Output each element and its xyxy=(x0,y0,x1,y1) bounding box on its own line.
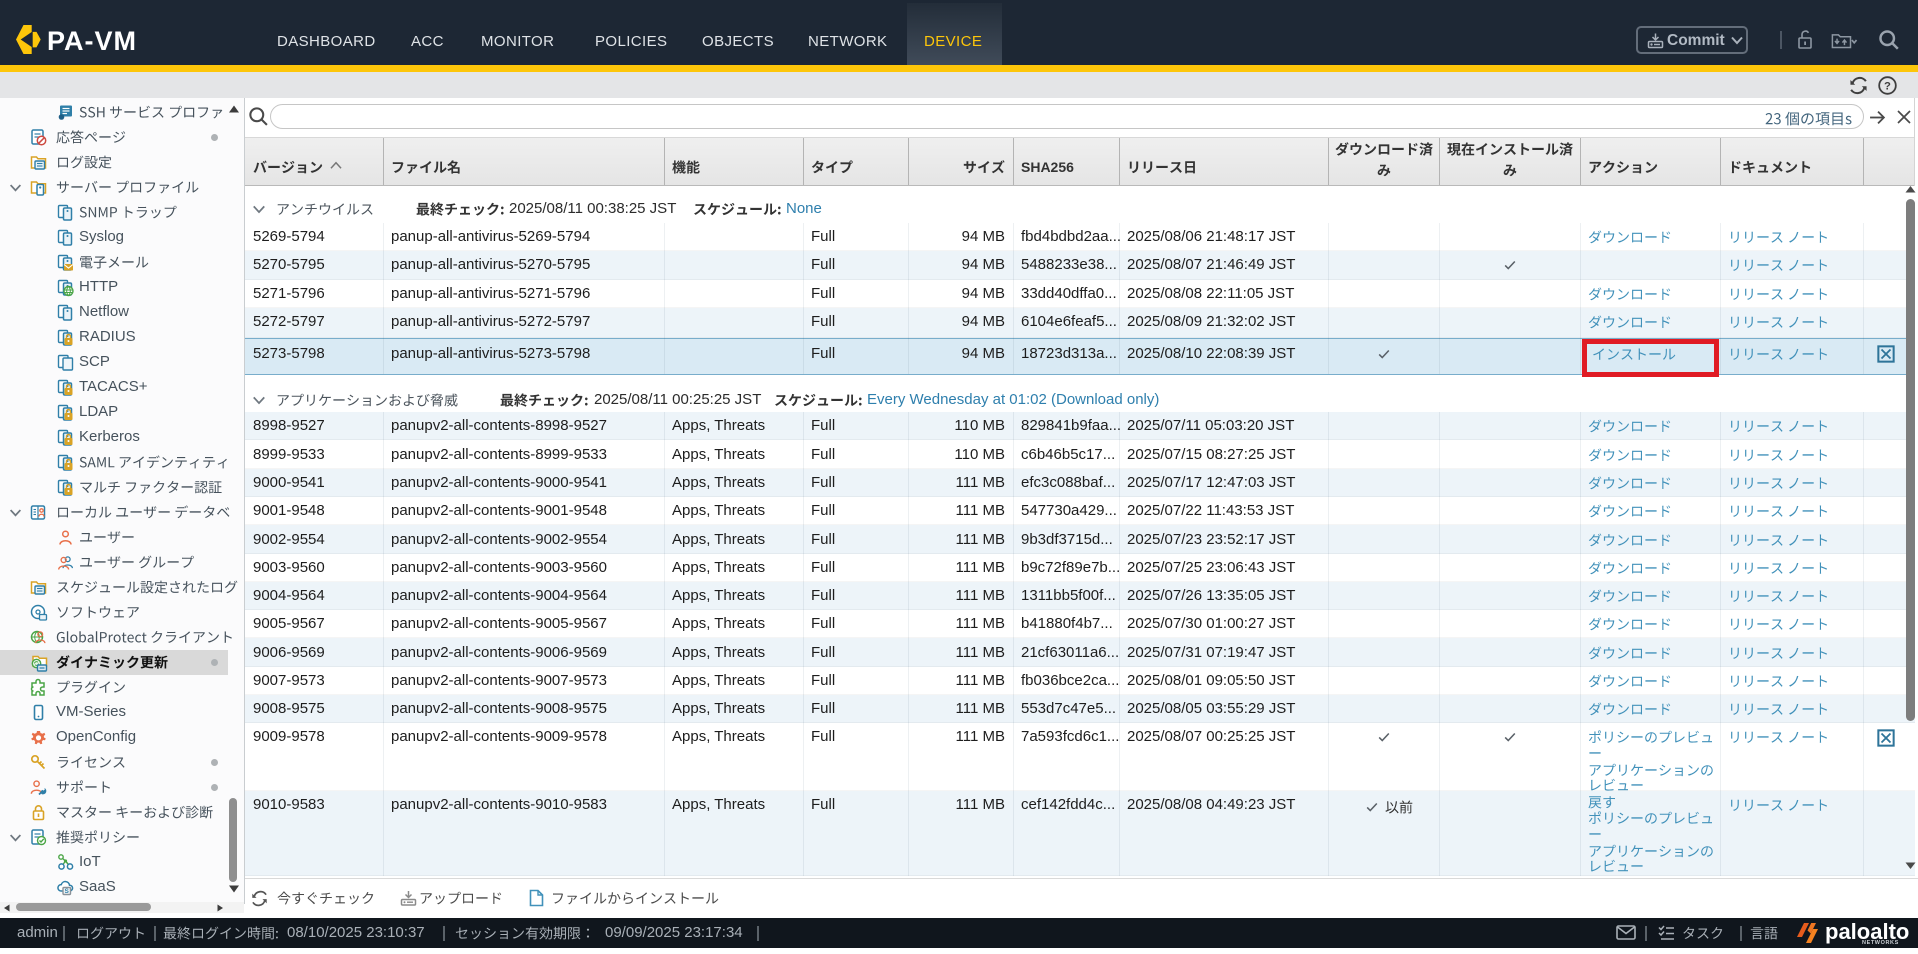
svg-text:?: ? xyxy=(1884,80,1891,92)
svg-text:S: S xyxy=(65,888,70,895)
